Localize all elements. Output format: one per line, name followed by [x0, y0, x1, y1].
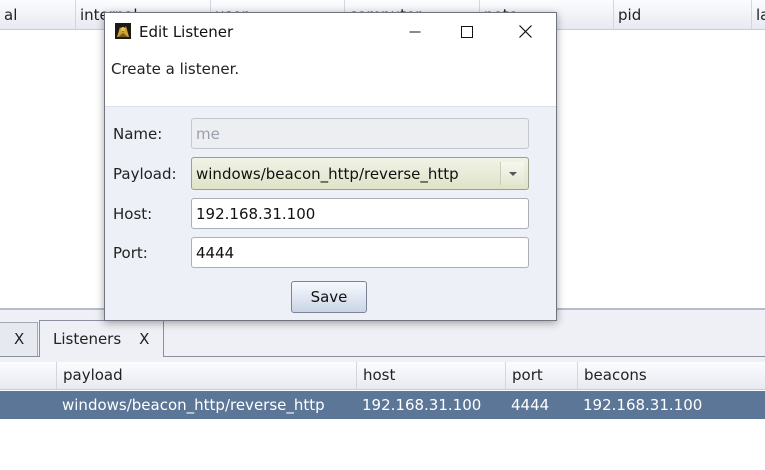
edit-listener-dialog: Edit Listener Create a listener. Name: P… — [104, 12, 557, 321]
tab-label: Listeners — [53, 330, 122, 348]
maximize-icon — [461, 25, 473, 38]
column-header-beacons[interactable]: beacons — [577, 362, 765, 389]
cell-port: 4444 — [511, 396, 550, 414]
cell-name — [0, 391, 56, 419]
column-header-external[interactable]: al — [0, 0, 75, 29]
tab-previous[interactable]: X — [0, 322, 38, 356]
tab-listeners[interactable]: Listeners X — [39, 320, 164, 357]
cell-payload: windows/beacon_http/reverse_http — [62, 396, 325, 414]
column-header-payload[interactable]: payload — [56, 362, 356, 389]
listeners-table-header: payload host port beacons — [0, 362, 765, 390]
port-label: Port: — [113, 244, 148, 262]
column-header-name[interactable] — [0, 362, 56, 389]
app-icon — [115, 23, 131, 39]
cell-host: 192.168.31.100 — [362, 396, 482, 414]
dropdown-arrow-button[interactable] — [500, 162, 524, 185]
payload-label: Payload: — [113, 165, 177, 183]
column-header-last[interactable]: la — [751, 0, 765, 29]
payload-selected-value: windows/beacon_http/reverse_http — [196, 165, 459, 183]
column-header-port[interactable]: port — [505, 362, 577, 389]
column-header-pid[interactable]: pid — [613, 0, 751, 29]
minimize-button[interactable] — [392, 13, 438, 50]
cell-beacons: 192.168.31.100 — [583, 396, 703, 414]
table-row[interactable]: windows/beacon_http/reverse_http 192.168… — [0, 391, 765, 419]
tab-close-button[interactable]: X — [14, 330, 24, 348]
name-field — [191, 118, 529, 149]
maximize-button[interactable] — [444, 13, 490, 50]
active-tab-gap — [40, 356, 163, 357]
close-icon — [518, 25, 532, 38]
chevron-down-icon — [508, 171, 517, 176]
dialog-title: Edit Listener — [139, 23, 234, 41]
close-button[interactable] — [502, 13, 548, 50]
host-field[interactable] — [191, 198, 529, 229]
listeners-table: payload host port beacons windows/beacon… — [0, 362, 765, 470]
column-header-host[interactable]: host — [356, 362, 505, 389]
tab-close-button[interactable]: X — [139, 330, 149, 348]
host-label: Host: — [113, 205, 153, 223]
name-label: Name: — [113, 125, 163, 143]
payload-dropdown[interactable]: windows/beacon_http/reverse_http — [191, 157, 529, 190]
description-text: Create a listener. — [111, 60, 240, 78]
minimize-icon — [409, 31, 421, 32]
port-field[interactable] — [191, 237, 529, 268]
description-panel: Create a listener. — [105, 50, 556, 107]
dialog-titlebar[interactable]: Edit Listener — [105, 13, 556, 50]
save-button[interactable]: Save — [291, 281, 367, 313]
